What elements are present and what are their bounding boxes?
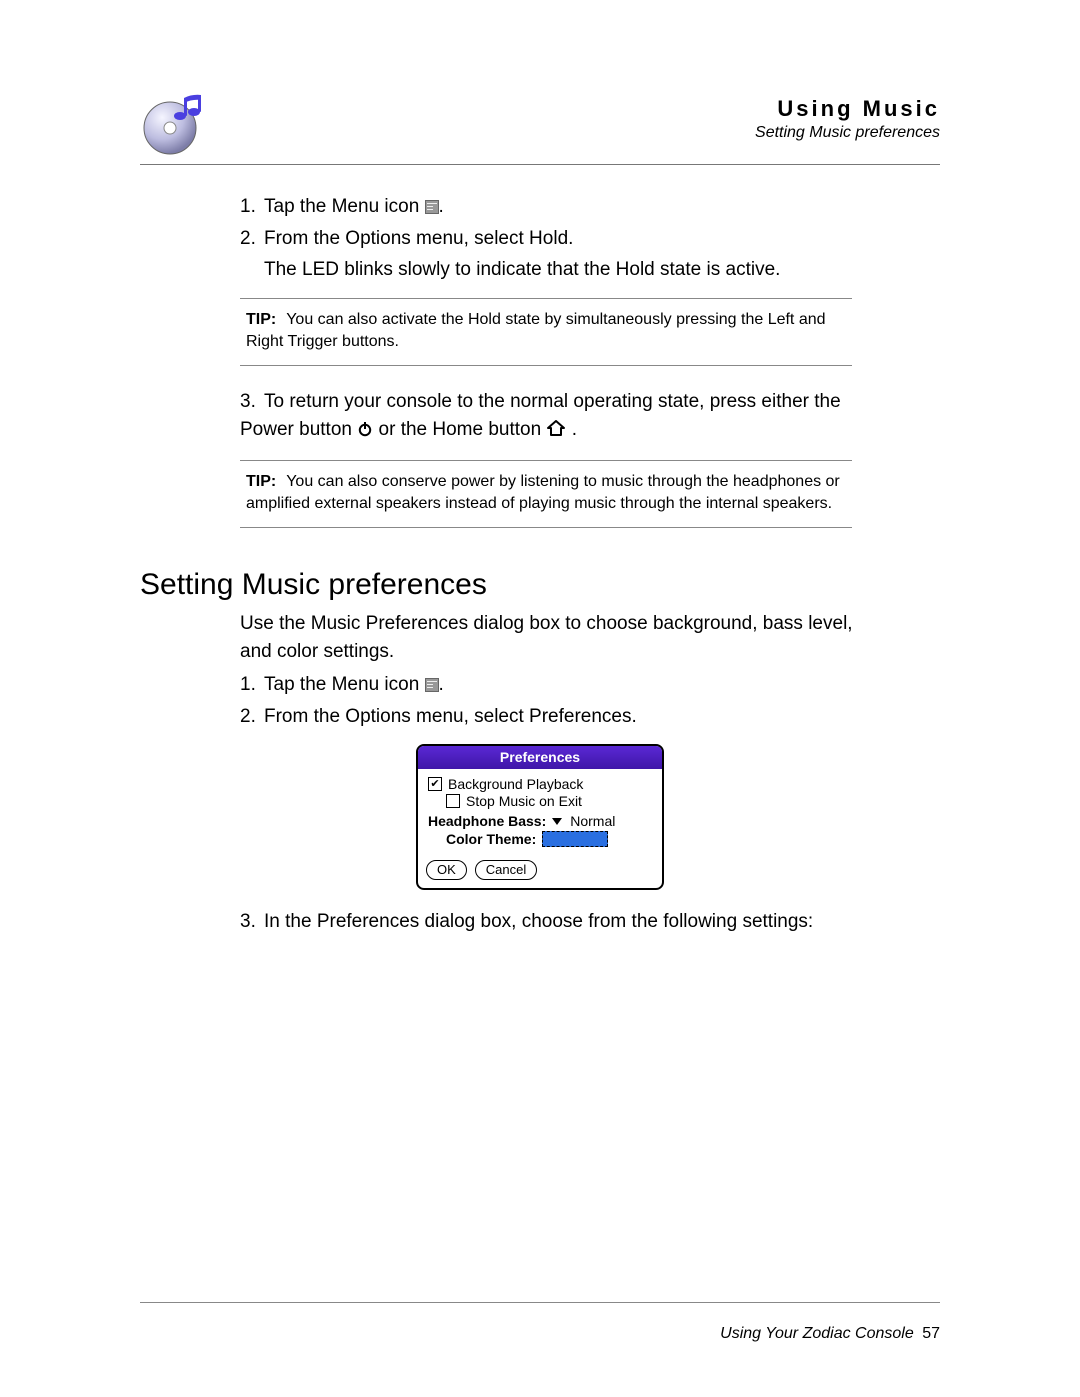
step-text: From the Options menu, select Hold. xyxy=(264,228,573,249)
step-3-return-normal: 3.To return your console to the normal o… xyxy=(240,388,880,445)
row-color-theme[interactable]: Color Theme: xyxy=(428,831,652,847)
header-rule xyxy=(140,164,940,165)
tip-label: TIP: xyxy=(246,311,276,328)
step-text-suffix: . xyxy=(439,674,444,695)
row-headphone-bass[interactable]: Headphone Bass: Normal xyxy=(428,813,652,829)
header-breadcrumb: Setting Music preferences xyxy=(224,124,940,142)
preferences-dialog: Preferences ✔ Background Playback Stop M… xyxy=(416,744,664,890)
step-text: From the Options menu, select Preference… xyxy=(264,706,637,727)
dropdown-icon[interactable] xyxy=(552,818,562,825)
menu-icon xyxy=(425,678,439,692)
checkbox-background-playback[interactable]: ✔ xyxy=(428,777,442,791)
footer-page-number: 57 xyxy=(922,1325,940,1342)
checkbox-label: Background Playback xyxy=(448,776,583,792)
row-background-playback[interactable]: ✔ Background Playback xyxy=(428,776,652,792)
pref-step-3-choose-settings: 3.In the Preferences dialog box, choose … xyxy=(240,908,880,936)
chapter-icon-wrap xyxy=(140,90,224,158)
cancel-button[interactable]: Cancel xyxy=(475,860,537,880)
page-header: Using Music Setting Music preferences xyxy=(140,90,940,158)
page: Using Music Setting Music preferences 1.… xyxy=(0,0,1080,1397)
row-stop-music-on-exit[interactable]: Stop Music on Exit xyxy=(428,793,652,809)
step-text-part3: . xyxy=(572,419,577,440)
step-text: Tap the Menu icon xyxy=(264,674,425,695)
pref-step-3-block: 3.In the Preferences dialog box, choose … xyxy=(240,908,880,936)
intro-text: Use the Music Preferences dialog box to … xyxy=(240,610,880,665)
tip-label: TIP: xyxy=(246,473,276,490)
footer-rule xyxy=(140,1302,940,1303)
checkbox-label: Stop Music on Exit xyxy=(466,793,582,809)
menu-icon xyxy=(425,200,439,214)
step-text: In the Preferences dialog box, choose fr… xyxy=(264,911,813,932)
tip-text: You can also conserve power by listening… xyxy=(246,473,840,512)
section-heading-preferences: Setting Music preferences xyxy=(140,568,940,602)
pref-step-1-tap-menu: 1.Tap the Menu icon . xyxy=(240,671,880,699)
bass-label: Headphone Bass: xyxy=(428,813,546,829)
step-text: Tap the Menu icon xyxy=(264,196,425,217)
steps-block-return: 3.To return your console to the normal o… xyxy=(240,388,880,445)
dialog-title: Preferences xyxy=(418,746,662,769)
pref-step-2-select-preferences: 2.From the Options menu, select Preferen… xyxy=(240,703,880,731)
bass-value[interactable]: Normal xyxy=(570,813,615,829)
tip-text: You can also activate the Hold state by … xyxy=(246,311,826,350)
step-1-tap-menu: 1.Tap the Menu icon . xyxy=(240,193,880,221)
header-titles: Using Music Setting Music preferences xyxy=(224,90,940,142)
home-icon xyxy=(546,418,566,446)
step-2-select-hold: 2.From the Options menu, select Hold. xyxy=(240,225,880,253)
dialog-body: ✔ Background Playback Stop Music on Exit… xyxy=(418,769,662,856)
step-2-note: The LED blinks slowly to indicate that t… xyxy=(240,256,880,284)
music-cd-icon xyxy=(140,90,208,158)
theme-label: Color Theme: xyxy=(446,831,536,847)
checkbox-stop-music[interactable] xyxy=(446,794,460,808)
step-text-part2: or the Home button xyxy=(379,419,547,440)
ok-button[interactable]: OK xyxy=(426,860,467,880)
color-theme-swatch[interactable] xyxy=(542,831,608,847)
steps-block-hold: 1.Tap the Menu icon . 2.From the Options… xyxy=(240,193,880,284)
page-footer: Using Your Zodiac Console 57 xyxy=(720,1325,940,1343)
step-text-suffix: . xyxy=(439,196,444,217)
step-note-text: The LED blinks slowly to indicate that t… xyxy=(264,259,780,280)
chapter-title: Using Music xyxy=(224,96,940,122)
footer-book-title: Using Your Zodiac Console xyxy=(720,1325,914,1342)
dialog-button-row: OK Cancel xyxy=(418,856,662,888)
tip-headphones-power: TIP:You can also conserve power by liste… xyxy=(240,460,852,529)
tip-hold-triggers: TIP:You can also activate the Hold state… xyxy=(240,298,852,367)
section-intro: Use the Music Preferences dialog box to … xyxy=(240,610,880,730)
power-icon xyxy=(357,418,373,446)
